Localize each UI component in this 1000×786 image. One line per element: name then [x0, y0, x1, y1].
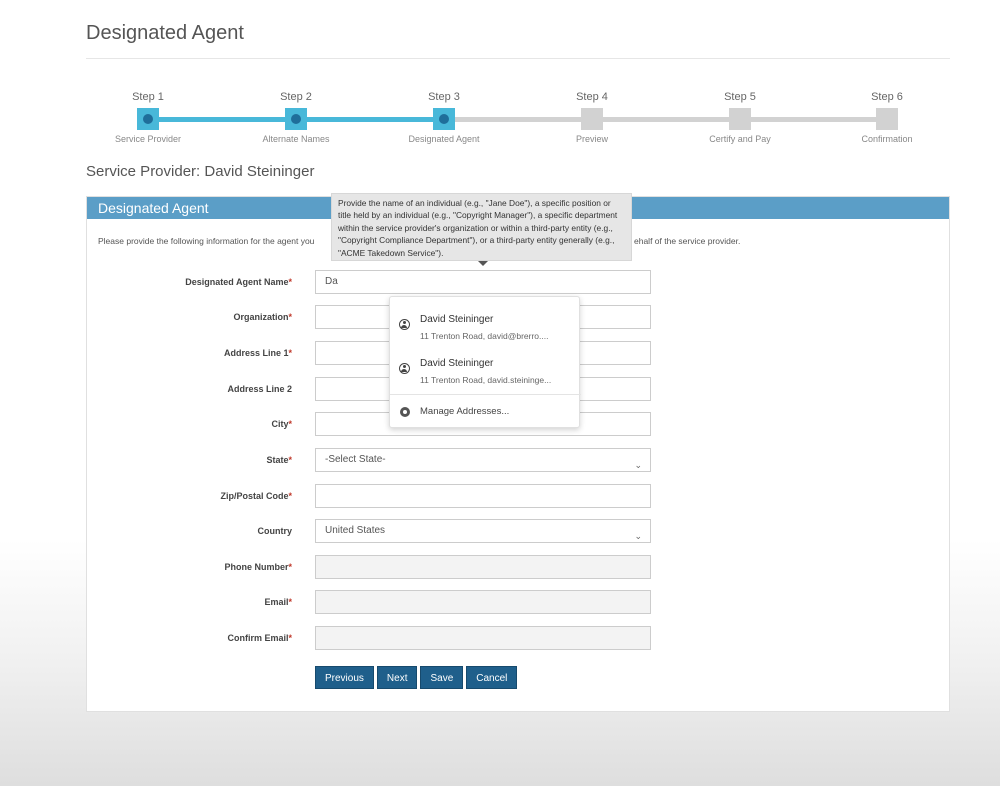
agent-name-input[interactable]: Da — [315, 270, 651, 294]
address2-label: Address Line 2 — [227, 384, 292, 394]
stepper-track-pending — [444, 117, 887, 122]
step-number: Step 1 — [132, 91, 164, 103]
agent-name-tooltip: Provide the name of an individual (e.g.,… — [331, 193, 632, 261]
step-3[interactable]: Step 3 Designated Agent — [384, 90, 504, 144]
city-label: City* — [271, 419, 292, 429]
row-email: Email* — [87, 590, 951, 614]
zip-input[interactable] — [315, 484, 651, 508]
chevron-down-icon: ⌄ — [634, 531, 642, 541]
step-marker — [876, 108, 898, 130]
step-label: Preview — [575, 134, 608, 144]
step-marker — [285, 108, 307, 130]
step-1[interactable]: Step 1 Service Provider — [88, 90, 208, 144]
country-label: Country — [257, 526, 293, 536]
suggestion-name: David Steininger — [420, 314, 494, 325]
save-button[interactable]: Save — [420, 666, 464, 689]
step-dot-icon — [291, 114, 301, 124]
step-label: Certify and Pay — [709, 134, 771, 144]
zip-label: Zip/Postal Code* — [220, 491, 292, 501]
step-4: Step 4 Preview — [532, 90, 652, 144]
step-marker — [581, 108, 603, 130]
row-state: State* -Select State- ⌄ — [87, 448, 951, 472]
step-number: Step 5 — [724, 91, 756, 103]
row-agent-name: Designated Agent Name* Da — [87, 270, 951, 294]
manage-addresses-item[interactable]: Manage Addresses... — [390, 401, 581, 423]
step-label: Confirmation — [861, 134, 913, 144]
agent-name-label: Designated Agent Name* — [185, 277, 292, 287]
panel-description: Please provide the following information… — [98, 236, 315, 246]
row-phone: Phone Number* — [87, 555, 951, 579]
service-provider-heading: Service Provider: David Steininger — [86, 163, 315, 180]
step-marker — [433, 108, 455, 130]
phone-input[interactable] — [315, 555, 651, 579]
organization-label: Organization* — [233, 312, 292, 322]
state-select[interactable]: -Select State- ⌄ — [315, 448, 651, 472]
step-dot-icon — [439, 114, 449, 124]
step-number: Step 4 — [576, 91, 608, 103]
suggestion-detail: 11 Trenton Road, david.steininge... — [420, 375, 552, 385]
confirm-email-label: Confirm Email* — [227, 633, 292, 643]
next-button[interactable]: Next — [376, 666, 418, 689]
autofill-dropdown: David Steininger 11 Trenton Road, david@… — [389, 296, 581, 428]
browser-icon — [400, 407, 410, 417]
cancel-button[interactable]: Cancel — [466, 666, 518, 689]
step-5: Step 5 Certify and Pay — [680, 90, 800, 144]
panel-description-tail: ehalf of the service provider. — [634, 236, 741, 246]
country-selected-value: United States — [325, 525, 386, 536]
email-label: Email* — [264, 597, 292, 607]
person-icon — [399, 363, 410, 374]
person-icon — [399, 319, 410, 330]
row-confirm-email: Confirm Email* — [87, 626, 951, 650]
step-label: Alternate Names — [262, 134, 330, 144]
page-title: Designated Agent — [86, 22, 244, 44]
step-label: Service Provider — [114, 134, 182, 144]
row-zip: Zip/Postal Code* — [87, 484, 951, 508]
designated-agent-panel: Designated Agent Please provide the foll… — [86, 196, 950, 712]
title-divider — [86, 58, 950, 59]
confirm-email-input[interactable] — [315, 626, 651, 650]
autofill-suggestion[interactable]: David Steininger 11 Trenton Road, david@… — [390, 305, 581, 347]
address1-label: Address Line 1* — [223, 348, 292, 358]
step-6: Step 6 Confirmation — [827, 90, 947, 144]
manage-addresses-label: Manage Addresses... — [420, 406, 510, 417]
step-dot-icon — [143, 114, 153, 124]
state-selected-value: -Select State- — [325, 454, 386, 465]
phone-label: Phone Number* — [224, 562, 292, 572]
autofill-divider — [390, 394, 581, 395]
state-label: State* — [266, 455, 292, 465]
form-actions: Previous Next Save Cancel — [315, 666, 520, 689]
step-number: Step 2 — [280, 91, 312, 103]
step-marker — [137, 108, 159, 130]
email-input[interactable] — [315, 590, 651, 614]
progress-stepper: Step 1 Service Provider Step 2 Alternate… — [0, 90, 1000, 150]
step-number: Step 3 — [428, 91, 460, 103]
chevron-down-icon: ⌄ — [634, 460, 642, 470]
tooltip-arrow — [478, 261, 488, 266]
row-country: Country United States ⌄ — [87, 519, 951, 543]
autofill-suggestion[interactable]: David Steininger 11 Trenton Road, david.… — [390, 349, 581, 391]
step-marker — [729, 108, 751, 130]
step-number: Step 6 — [871, 91, 903, 103]
step-label: Designated Agent — [408, 134, 480, 144]
suggestion-name: David Steininger — [420, 358, 494, 369]
step-2[interactable]: Step 2 Alternate Names — [236, 90, 356, 144]
previous-button[interactable]: Previous — [315, 666, 374, 689]
country-select[interactable]: United States ⌄ — [315, 519, 651, 543]
suggestion-detail: 11 Trenton Road, david@brerro.... — [420, 331, 549, 341]
